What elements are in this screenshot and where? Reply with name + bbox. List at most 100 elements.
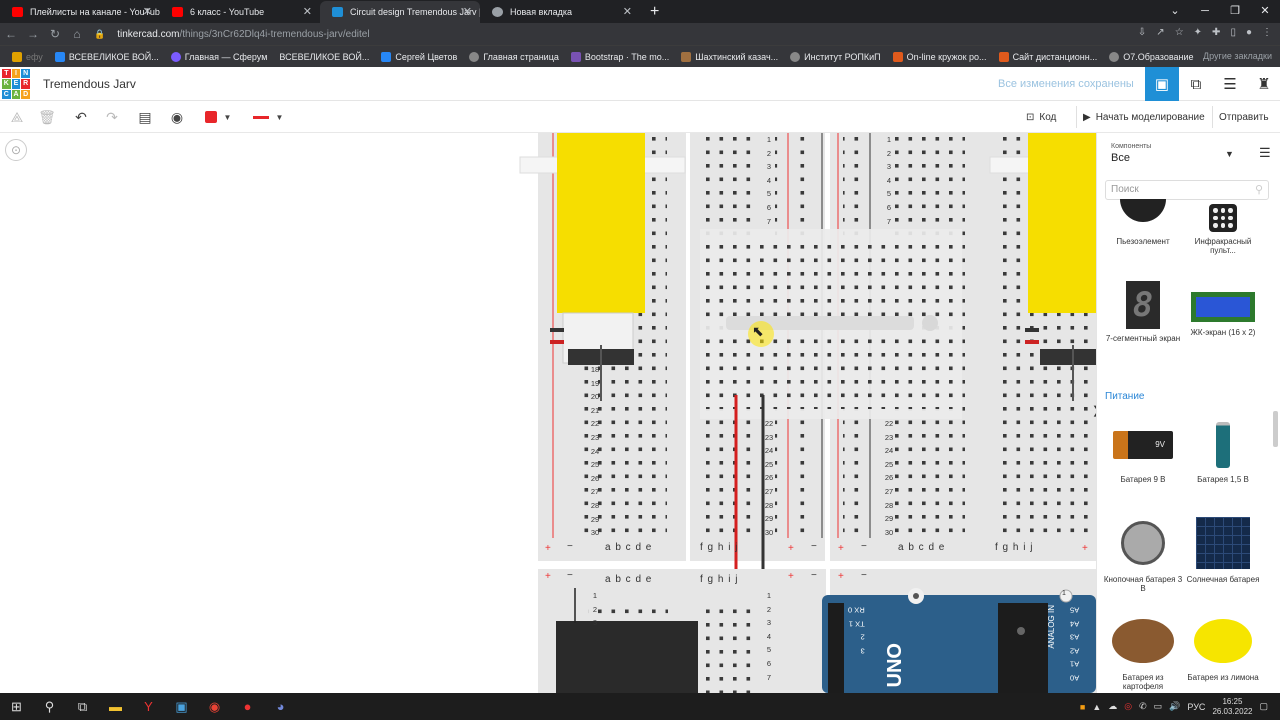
task-view-icon[interactable]: ⧉ [66, 699, 99, 715]
list-view-icon[interactable]: ☰ [1259, 145, 1271, 161]
start-simulation-button[interactable]: ▶ Начать моделирование [1076, 106, 1211, 128]
bookmark[interactable]: Главная — Сферум [170, 51, 267, 62]
components-list-button[interactable]: ☰ [1213, 67, 1247, 101]
schematic-view-button[interactable]: ⧉ [1179, 67, 1213, 101]
bookmark[interactable]: О7.Образование [1109, 51, 1194, 62]
lock-icon[interactable]: 🔒 [94, 29, 105, 40]
browser-tab-active[interactable]: Circuit design Tremendous Jarv | Tinkerc… [320, 1, 480, 23]
browser-tab[interactable]: Новая вкладка ✕ [480, 1, 640, 23]
redo-icon: ↷ [106, 108, 118, 125]
reload-icon[interactable]: ↻ [44, 27, 66, 41]
browser-tab[interactable]: Плейлисты на канале - YouTube ✕ [0, 1, 160, 23]
bookmark[interactable]: Сайт дистанционн... [998, 51, 1097, 62]
sidebar-scrollbar[interactable] [1273, 411, 1278, 447]
search-icon[interactable]: ⚲ [33, 699, 66, 715]
component-item[interactable]: 9V Батарея 9 В [1103, 419, 1183, 484]
rotate-button[interactable]: ⟁ [6, 107, 28, 127]
profile-avatar[interactable]: ● [1246, 27, 1252, 38]
component-item[interactable]: Батарея из картофеля [1103, 613, 1183, 691]
bookmark[interactable]: Шахтинский казач... [681, 51, 778, 62]
minus-rail-label: − [861, 570, 867, 581]
bookmark[interactable]: Институт РОПКиП [790, 51, 881, 62]
puzzle-icon[interactable]: ✚ [1212, 27, 1220, 38]
component-item[interactable]: Солнечная батарея [1183, 515, 1263, 584]
tray-icon[interactable]: ☁ [1108, 701, 1117, 712]
undo-button[interactable]: ↶ [70, 107, 92, 127]
redo-button[interactable]: ↷ [101, 107, 123, 127]
clock[interactable]: 16:25 26.03.2022 [1212, 697, 1252, 717]
close-tab-icon[interactable]: ✕ [143, 1, 152, 23]
component-item[interactable]: ЖК-экран (16 x 2) [1183, 290, 1263, 337]
restore-icon[interactable]: ❐ [1220, 0, 1250, 22]
share-icon[interactable]: ↗ [1156, 27, 1164, 38]
search-input[interactable]: Поиск [1105, 180, 1269, 200]
app-icon[interactable]: ▣ [165, 699, 198, 715]
new-tab-button[interactable]: + [640, 1, 669, 23]
tray-icon[interactable]: ■ [1080, 702, 1085, 712]
back-icon[interactable]: ← [0, 27, 22, 41]
sidepanel-icon[interactable]: ▯ [1230, 27, 1236, 38]
project-name[interactable]: Tremendous Jarv [43, 77, 136, 91]
view-notes-button[interactable]: ◉ [166, 107, 188, 127]
star-icon[interactable]: ☆ [1175, 27, 1184, 38]
other-bookmarks[interactable]: Другие закладки [1203, 51, 1272, 61]
close-tab-icon[interactable]: ✕ [303, 1, 312, 23]
tinkercad-logo[interactable]: TIN KER CAD [2, 69, 30, 99]
component-item[interactable]: 8 7-сегментный экран [1103, 280, 1183, 343]
yandex-browser-icon[interactable]: Y [132, 699, 165, 714]
code-button[interactable]: ⊡ Код [1020, 106, 1062, 128]
bookmark[interactable]: ефу [12, 51, 43, 62]
extension-icon[interactable]: ✦ [1194, 27, 1202, 38]
url-field[interactable]: tinkercad.com/things/3nCr62Dlq4i-tremend… [117, 29, 369, 40]
chevron-down-icon[interactable]: ▼ [1225, 149, 1234, 159]
bookmark[interactable]: Главная страница [469, 51, 559, 62]
rotate-icon: ⟁ [10, 108, 24, 125]
component-item[interactable]: Батарея 1,5 В [1183, 419, 1263, 484]
bookmark[interactable]: ВСЕВЕЛИКОЕ ВОЙ... [279, 52, 369, 62]
tray-icon[interactable]: ▲ [1092, 702, 1101, 712]
bookmark[interactable]: Сергей Цветов [381, 51, 457, 62]
tab-search-icon[interactable]: ⌄ [1160, 0, 1190, 22]
delete-button[interactable]: 🗑 [36, 107, 58, 127]
color-picker[interactable]: ▼ [198, 107, 238, 127]
fit-view-button[interactable]: ⊙ [5, 139, 27, 161]
windows-start-icon[interactable]: ⊞ [0, 699, 33, 715]
bookmark[interactable]: On-line кружок ро... [892, 51, 987, 62]
bookmark[interactable]: ВСЕВЕЛИКОЕ ВОЙ... [54, 51, 159, 62]
browser-tab[interactable]: 6 класс - YouTube ✕ [160, 1, 320, 23]
discord-icon[interactable]: ◕ [264, 699, 297, 714]
forward-icon[interactable]: → [22, 27, 44, 41]
tray-icon[interactable]: ✆ [1139, 701, 1147, 712]
close-tab-icon[interactable]: ✕ [463, 1, 472, 23]
chrome-icon[interactable]: ◉ [198, 699, 231, 715]
component-item[interactable]: Батарея из лимона [1183, 613, 1263, 682]
tray-icon[interactable]: ◎ [1124, 701, 1132, 712]
bookmark[interactable]: Bootstrap · The mo... [570, 51, 669, 62]
wire-type-picker[interactable]: ▼ [248, 107, 288, 127]
notes-button[interactable]: ▤ [134, 107, 156, 127]
circuit-view-button[interactable]: ▣ [1145, 67, 1179, 101]
home-icon[interactable]: ⌂ [66, 27, 88, 41]
component-item[interactable]: Кнопочная батарея 3 В [1103, 515, 1183, 593]
zoom-fit-icon: ⊙ [10, 143, 22, 157]
file-explorer-icon[interactable]: ▬ [99, 699, 132, 714]
send-button[interactable]: Отправить [1212, 106, 1275, 128]
component-item[interactable]: Пьезоэлемент [1103, 199, 1183, 246]
notifications-icon[interactable]: ▢ [1259, 701, 1268, 712]
minus-rail-label: − [567, 541, 573, 552]
minimize-icon[interactable]: ─ [1190, 0, 1220, 22]
record-icon[interactable]: ● [231, 699, 264, 714]
volume-icon[interactable]: 🔊 [1169, 701, 1180, 712]
battery-aa-icon [1191, 419, 1255, 471]
install-icon[interactable]: ⇩ [1138, 27, 1146, 38]
close-window-icon[interactable]: ✕ [1250, 0, 1280, 22]
battery-icon[interactable]: ▭ [1154, 701, 1163, 712]
close-tab-icon[interactable]: ✕ [623, 1, 632, 23]
language-indicator[interactable]: РУС [1187, 702, 1205, 712]
search-icon[interactable]: ⚲ [1255, 183, 1263, 196]
user-avatar[interactable]: ♜ [1247, 67, 1280, 101]
circuit-canvas[interactable]: ⊙ 1 2 3 4 5 6 7 1 2 3 4 5 6 7 18 19 20 2… [0, 133, 1096, 693]
components-select[interactable]: Все [1111, 152, 1237, 164]
component-item[interactable]: Инфракрасный пульт... [1183, 203, 1263, 255]
menu-icon[interactable]: ⋮ [1262, 27, 1272, 38]
